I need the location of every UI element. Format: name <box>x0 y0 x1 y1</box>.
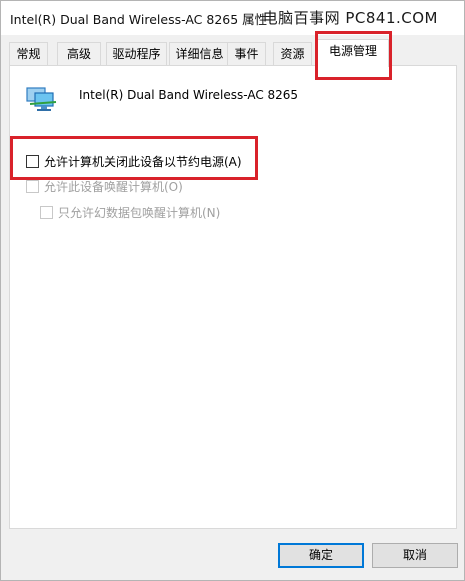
magic-packet-checkbox[interactable] <box>40 206 53 219</box>
title-bar[interactable]: Intel(R) Dual Band Wireless-AC 8265 属性 电… <box>1 1 464 35</box>
device-name: Intel(R) Dual Band Wireless-AC 8265 <box>79 88 299 102</box>
cancel-button[interactable]: 取消 <box>372 543 458 568</box>
ok-button[interactable]: 确定 <box>278 543 364 568</box>
tab-driver[interactable]: 驱动程序 <box>106 42 167 66</box>
tab-advanced[interactable]: 高级 <box>57 42 101 66</box>
tab-general[interactable]: 常规 <box>9 42 48 66</box>
tab-power-management[interactable]: 电源管理 <box>317 39 389 67</box>
tab-strip: 常规 高级 驱动程序 详细信息 事件 资源 电源管理 <box>9 39 457 67</box>
option-allow-wake[interactable]: 允许此设备唤醒计算机(O) <box>26 178 183 195</box>
tab-events[interactable]: 事件 <box>227 42 266 66</box>
network-adapter-icon <box>26 87 57 111</box>
option-magic-packet-only[interactable]: 只允许幻数据包唤醒计算机(N) <box>40 204 220 221</box>
allow-power-off-checkbox[interactable] <box>26 155 39 168</box>
magic-packet-label: 只允许幻数据包唤醒计算机(N) <box>58 206 221 220</box>
option-allow-power-off[interactable]: 允许计算机关闭此设备以节约电源(A) <box>26 153 242 170</box>
watermark: 电脑百事网 PC841.COM <box>262 9 438 27</box>
tab-details[interactable]: 详细信息 <box>169 42 230 66</box>
window-title: Intel(R) Dual Band Wireless-AC 8265 属性 <box>10 12 268 27</box>
allow-wake-label: 允许此设备唤醒计算机(O) <box>44 180 183 194</box>
power-management-panel: Intel(R) Dual Band Wireless-AC 8265 允许计算… <box>9 65 457 529</box>
tab-resources[interactable]: 资源 <box>273 42 312 66</box>
allow-power-off-label: 允许计算机关闭此设备以节约电源(A) <box>44 155 242 169</box>
properties-dialog: Intel(R) Dual Band Wireless-AC 8265 属性 电… <box>0 0 465 581</box>
allow-wake-checkbox[interactable] <box>26 180 39 193</box>
